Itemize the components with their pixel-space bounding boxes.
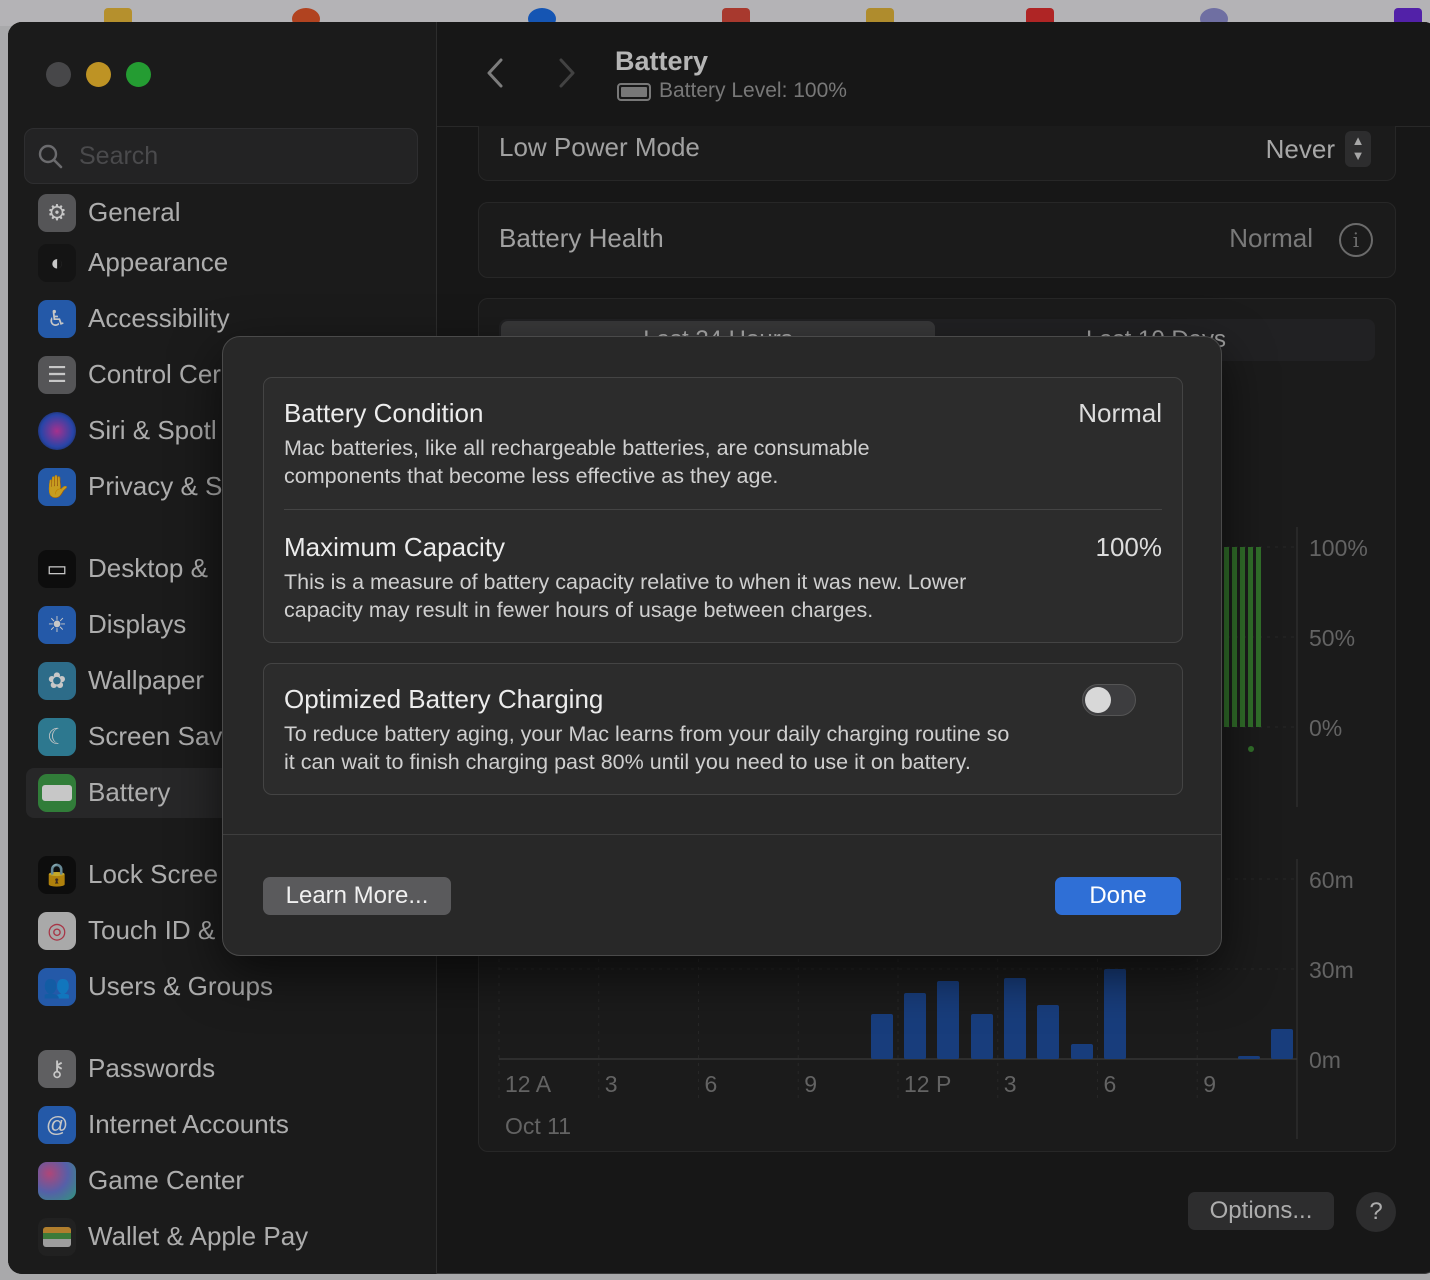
toggle-knob — [1085, 687, 1111, 713]
description-line: components that become less effective as… — [284, 464, 779, 488]
optimized-charging-group: Optimized Battery Charging To reduce bat… — [263, 663, 1183, 795]
battery-condition-description: Mac batteries, like all rechargeable bat… — [284, 434, 1114, 490]
learn-more-button[interactable]: Learn More... — [263, 877, 451, 915]
description-line: capacity may result in fewer hours of us… — [284, 598, 874, 622]
description-line: Mac batteries, like all rechargeable bat… — [284, 436, 870, 460]
optimized-charging-toggle[interactable] — [1082, 684, 1136, 716]
dialog-footer-divider — [223, 834, 1221, 835]
battery-condition-title: Battery Condition — [284, 398, 484, 428]
description-line: This is a measure of battery capacity re… — [284, 570, 967, 594]
done-button[interactable]: Done — [1055, 877, 1181, 915]
description-line: it can wait to finish charging past 80% … — [284, 750, 971, 774]
maximum-capacity-title: Maximum Capacity — [284, 532, 506, 562]
description-line: To reduce battery aging, your Mac learns… — [284, 722, 1010, 746]
optimized-charging-description: To reduce battery aging, your Mac learns… — [284, 720, 1114, 776]
optimized-charging-title: Optimized Battery Charging — [284, 684, 604, 714]
maximum-capacity-value: 100% — [1095, 532, 1163, 562]
maximum-capacity-description: This is a measure of battery capacity re… — [284, 568, 1114, 624]
battery-health-dialog: Battery Condition Normal Mac batteries, … — [222, 336, 1222, 956]
battery-condition-value: Normal — [1078, 398, 1162, 428]
battery-info-group: Battery Condition Normal Mac batteries, … — [263, 377, 1183, 643]
divider — [284, 509, 1162, 510]
